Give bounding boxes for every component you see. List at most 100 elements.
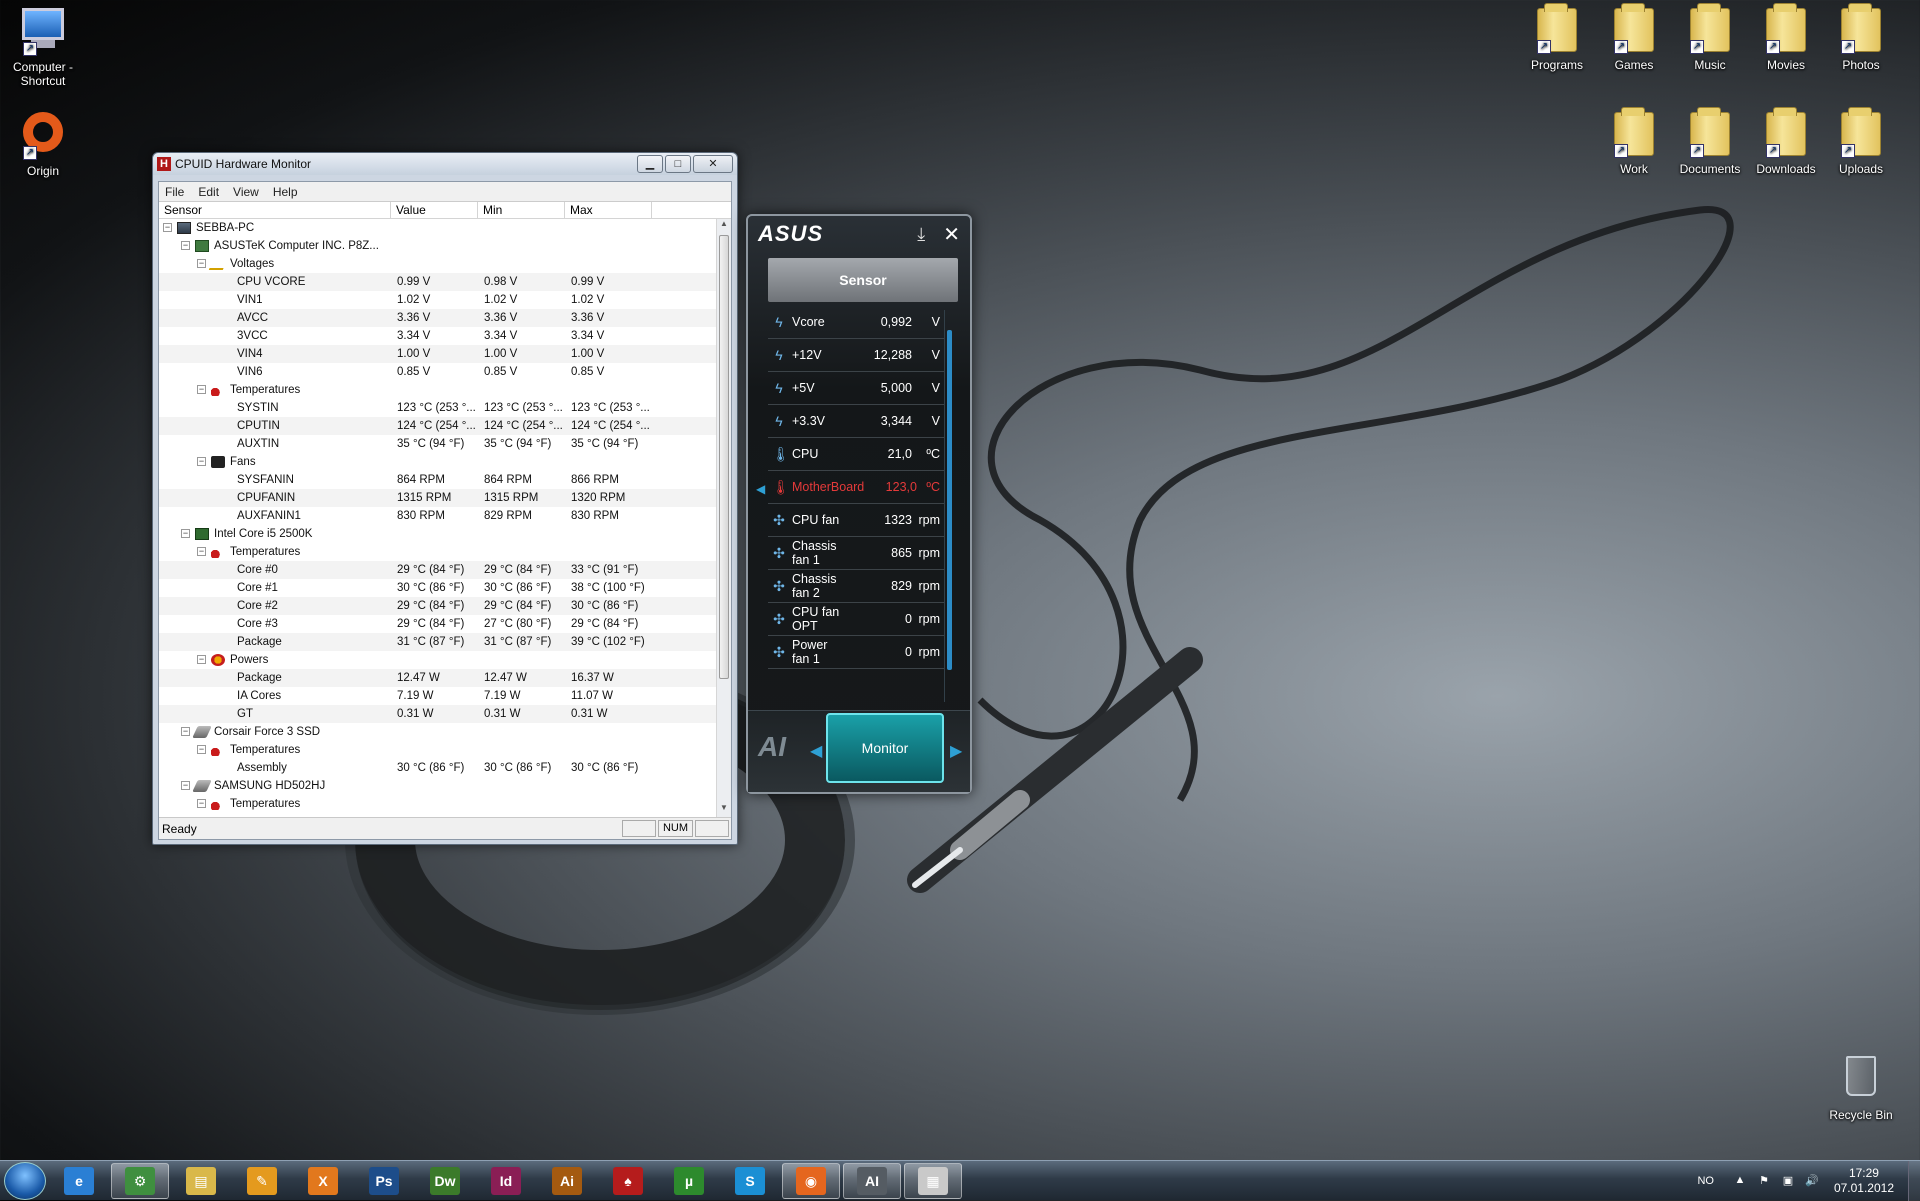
desktop-icon-recycle-bin[interactable]: Recycle Bin [1818, 1056, 1904, 1122]
collapse-toggle-icon[interactable]: − [197, 745, 206, 755]
tree-scrollbar[interactable]: ▲ ▼ [716, 219, 731, 817]
desktop-icon-games[interactable]: ↗ Games [1591, 3, 1677, 72]
taskbar-app-explorer[interactable]: ▤ [172, 1163, 230, 1199]
close-button[interactable]: ✕ [943, 222, 960, 247]
clock[interactable]: 17:29 07.01.2012 [1834, 1166, 1894, 1196]
scroll-thumb[interactable] [947, 330, 952, 670]
sensor-row[interactable]: AUXTIN 35 °C (94 °F) 35 °C (94 °F) 35 °C (9… [159, 435, 716, 453]
tree-node[interactable]: − Voltages [159, 255, 716, 273]
desktop-icon-programs[interactable]: ↗ Programs [1514, 3, 1600, 72]
sensor-row[interactable]: VIN6 0.85 V 0.85 V 0.85 V [159, 363, 716, 381]
desktop-icon-downloads[interactable]: ↗ Downloads [1743, 107, 1829, 176]
download-icon[interactable]: ⤓ [917, 224, 925, 245]
action-center-icon[interactable]: ⚑ [1756, 1174, 1772, 1188]
sensor-row[interactable]: SYSTIN 123 °C (253 °... 123 °C (253 °... 12… [159, 399, 716, 417]
taskbar-app-origin[interactable]: ◉ [782, 1162, 840, 1199]
desktop-icon-photos[interactable]: ↗ Photos [1818, 3, 1904, 72]
tree-node[interactable]: − Temperatures [159, 795, 716, 813]
tab-sensor[interactable]: Sensor [768, 258, 958, 302]
sensor-row[interactable]: VIN1 1.02 V 1.02 V 1.02 V [159, 291, 716, 309]
desktop-icon-movies[interactable]: ↗ Movies [1743, 3, 1829, 72]
tray-expand-icon[interactable]: ▲ [1732, 1174, 1748, 1188]
sensor-tree[interactable]: − SEBBA-PC − ASUSTeK Computer INC. P8Z... − V… [159, 219, 716, 817]
sensor-row[interactable]: CPUTIN 124 °C (254 °... 124 °C (254 °... 12… [159, 417, 716, 435]
collapse-toggle-icon[interactable]: − [197, 655, 206, 665]
asus-sensor-row[interactable]: ϟ +5V 5,000 V [768, 372, 944, 405]
taskbar-app-utorrent[interactable]: µ [660, 1163, 718, 1199]
sensor-row[interactable]: CPU VCORE 0.99 V 0.98 V 0.99 V [159, 273, 716, 291]
minimize-button[interactable]: ▁ [637, 155, 663, 173]
collapse-toggle-icon[interactable]: − [197, 547, 206, 557]
collapse-toggle-icon[interactable]: − [197, 259, 206, 269]
asus-sensor-row[interactable]: ✣ Chassis fan 2 829 rpm [768, 570, 944, 603]
tree-node[interactable]: − SEBBA-PC [159, 219, 716, 237]
hwmonitor-window[interactable]: H CPUID Hardware Monitor ▁ □ ✕ File Edit… [152, 152, 738, 845]
collapse-toggle-icon[interactable]: − [181, 241, 190, 251]
taskbar-app-photoshop[interactable]: Ps [355, 1163, 413, 1199]
desktop-icon-uploads[interactable]: ↗ Uploads [1818, 107, 1904, 176]
sensor-row[interactable]: Core #2 29 °C (84 °F) 29 °C (84 °F) 30 °C (… [159, 597, 716, 615]
asus-sensor-row[interactable]: ✣ CPU fan OPT 0 rpm [768, 603, 944, 636]
sensor-row[interactable]: Core #3 29 °C (84 °F) 27 °C (80 °F) 29 °C (… [159, 615, 716, 633]
asus-sensor-row[interactable]: ϟ Vcore 0,992 V [768, 306, 944, 339]
sensor-row[interactable]: VIN4 1.00 V 1.00 V 1.00 V [159, 345, 716, 363]
sensor-row[interactable]: Core #1 30 °C (86 °F) 30 °C (86 °F) 38 °C (… [159, 579, 716, 597]
taskbar-app-illustrator[interactable]: Ai [538, 1163, 596, 1199]
taskbar-app-xchat[interactable]: X [294, 1163, 352, 1199]
desktop-icon-origin[interactable]: ↗ Origin [0, 112, 86, 178]
collapse-toggle-icon[interactable]: − [181, 727, 190, 737]
sensor-row[interactable]: CPUFANIN 1315 RPM 1315 RPM 1320 RPM [159, 489, 716, 507]
scroll-up-arrow[interactable]: ▲ [717, 219, 731, 233]
tree-node[interactable]: − Powers [159, 651, 716, 669]
column-min[interactable]: Min [478, 202, 565, 218]
sensor-scrollbar[interactable] [944, 310, 954, 702]
sensor-row[interactable]: SYSFANIN 864 RPM 864 RPM 866 RPM [159, 471, 716, 489]
taskbar-app-indesign[interactable]: Id [477, 1163, 535, 1199]
next-arrow-icon[interactable]: ▶ [950, 741, 962, 761]
desktop-icon-music[interactable]: ↗ Music [1667, 3, 1753, 72]
collapse-toggle-icon[interactable]: − [181, 529, 190, 539]
menu-help[interactable]: Help [273, 185, 298, 199]
close-button[interactable]: ✕ [693, 155, 733, 173]
collapse-toggle-icon[interactable]: − [197, 385, 206, 395]
maximize-button[interactable]: □ [665, 155, 691, 173]
network-icon[interactable]: ▣ [1780, 1174, 1796, 1188]
desktop-icon-documents[interactable]: ↗ Documents [1667, 107, 1753, 176]
asus-sensor-row[interactable]: ✣ CPU fan 1323 rpm [768, 504, 944, 537]
start-button[interactable] [4, 1161, 46, 1200]
show-desktop-button[interactable] [1908, 1160, 1920, 1201]
sensor-row[interactable]: AVCC 3.36 V 3.36 V 3.36 V [159, 309, 716, 327]
asus-sensor-gadget[interactable]: ASUS ⤓ ✕ Sensor ◀ ϟ Vcore 0,992 Vϟ +12V 12,28… [746, 214, 972, 794]
asus-titlebar[interactable]: ASUS ⤓ ✕ [748, 216, 970, 252]
volume-icon[interactable]: 🔊 [1804, 1174, 1820, 1188]
menu-view[interactable]: View [233, 185, 259, 199]
tree-node[interactable]: − Intel Core i5 2500K [159, 525, 716, 543]
sensor-row[interactable]: IA Cores 7.19 W 7.19 W 11.07 W [159, 687, 716, 705]
scroll-down-arrow[interactable]: ▼ [717, 803, 731, 817]
taskbar-app-dreamweaver[interactable]: Dw [416, 1163, 474, 1199]
collapse-toggle-icon[interactable]: − [197, 457, 206, 467]
tree-node[interactable]: − Corsair Force 3 SSD [159, 723, 716, 741]
sensor-row[interactable]: 3VCC 3.34 V 3.34 V 3.34 V [159, 327, 716, 345]
tree-node[interactable]: − Temperatures [159, 543, 716, 561]
sensor-row[interactable]: Assembly 30 °C (86 °F) 30 °C (86 °F) 30 °C … [159, 759, 716, 777]
scroll-thumb[interactable] [719, 235, 729, 679]
tree-node[interactable]: − Fans [159, 453, 716, 471]
menu-edit[interactable]: Edit [198, 185, 219, 199]
sensor-row[interactable]: Package 12.47 W 12.47 W 16.37 W [159, 669, 716, 687]
left-arrow-icon[interactable]: ◀ [756, 482, 765, 496]
tree-node[interactable]: − ASUSTeK Computer INC. P8Z... [159, 237, 716, 255]
asus-sensor-row[interactable]: 🌡 MotherBoard 123,0 ºC [768, 471, 944, 504]
collapse-toggle-icon[interactable]: − [197, 799, 206, 809]
hwmonitor-titlebar[interactable]: H CPUID Hardware Monitor ▁ □ ✕ [153, 153, 737, 175]
asus-sensor-row[interactable]: 🌡 CPU 21,0 ºC [768, 438, 944, 471]
sensor-row[interactable]: GT 0.31 W 0.31 W 0.31 W [159, 705, 716, 723]
language-indicator[interactable]: NO [1697, 1175, 1714, 1187]
column-sensor[interactable]: Sensor [159, 202, 391, 218]
tree-node[interactable]: − SAMSUNG HD502HJ [159, 777, 716, 795]
desktop-icon-work[interactable]: ↗ Work [1591, 107, 1677, 176]
column-value[interactable]: Value [391, 202, 478, 218]
asus-sensor-row[interactable]: ϟ +12V 12,288 V [768, 339, 944, 372]
sensor-row[interactable]: Core #0 29 °C (84 °F) 29 °C (84 °F) 33 °C (… [159, 561, 716, 579]
asus-sensor-row[interactable]: ϟ +3.3V 3,344 V [768, 405, 944, 438]
